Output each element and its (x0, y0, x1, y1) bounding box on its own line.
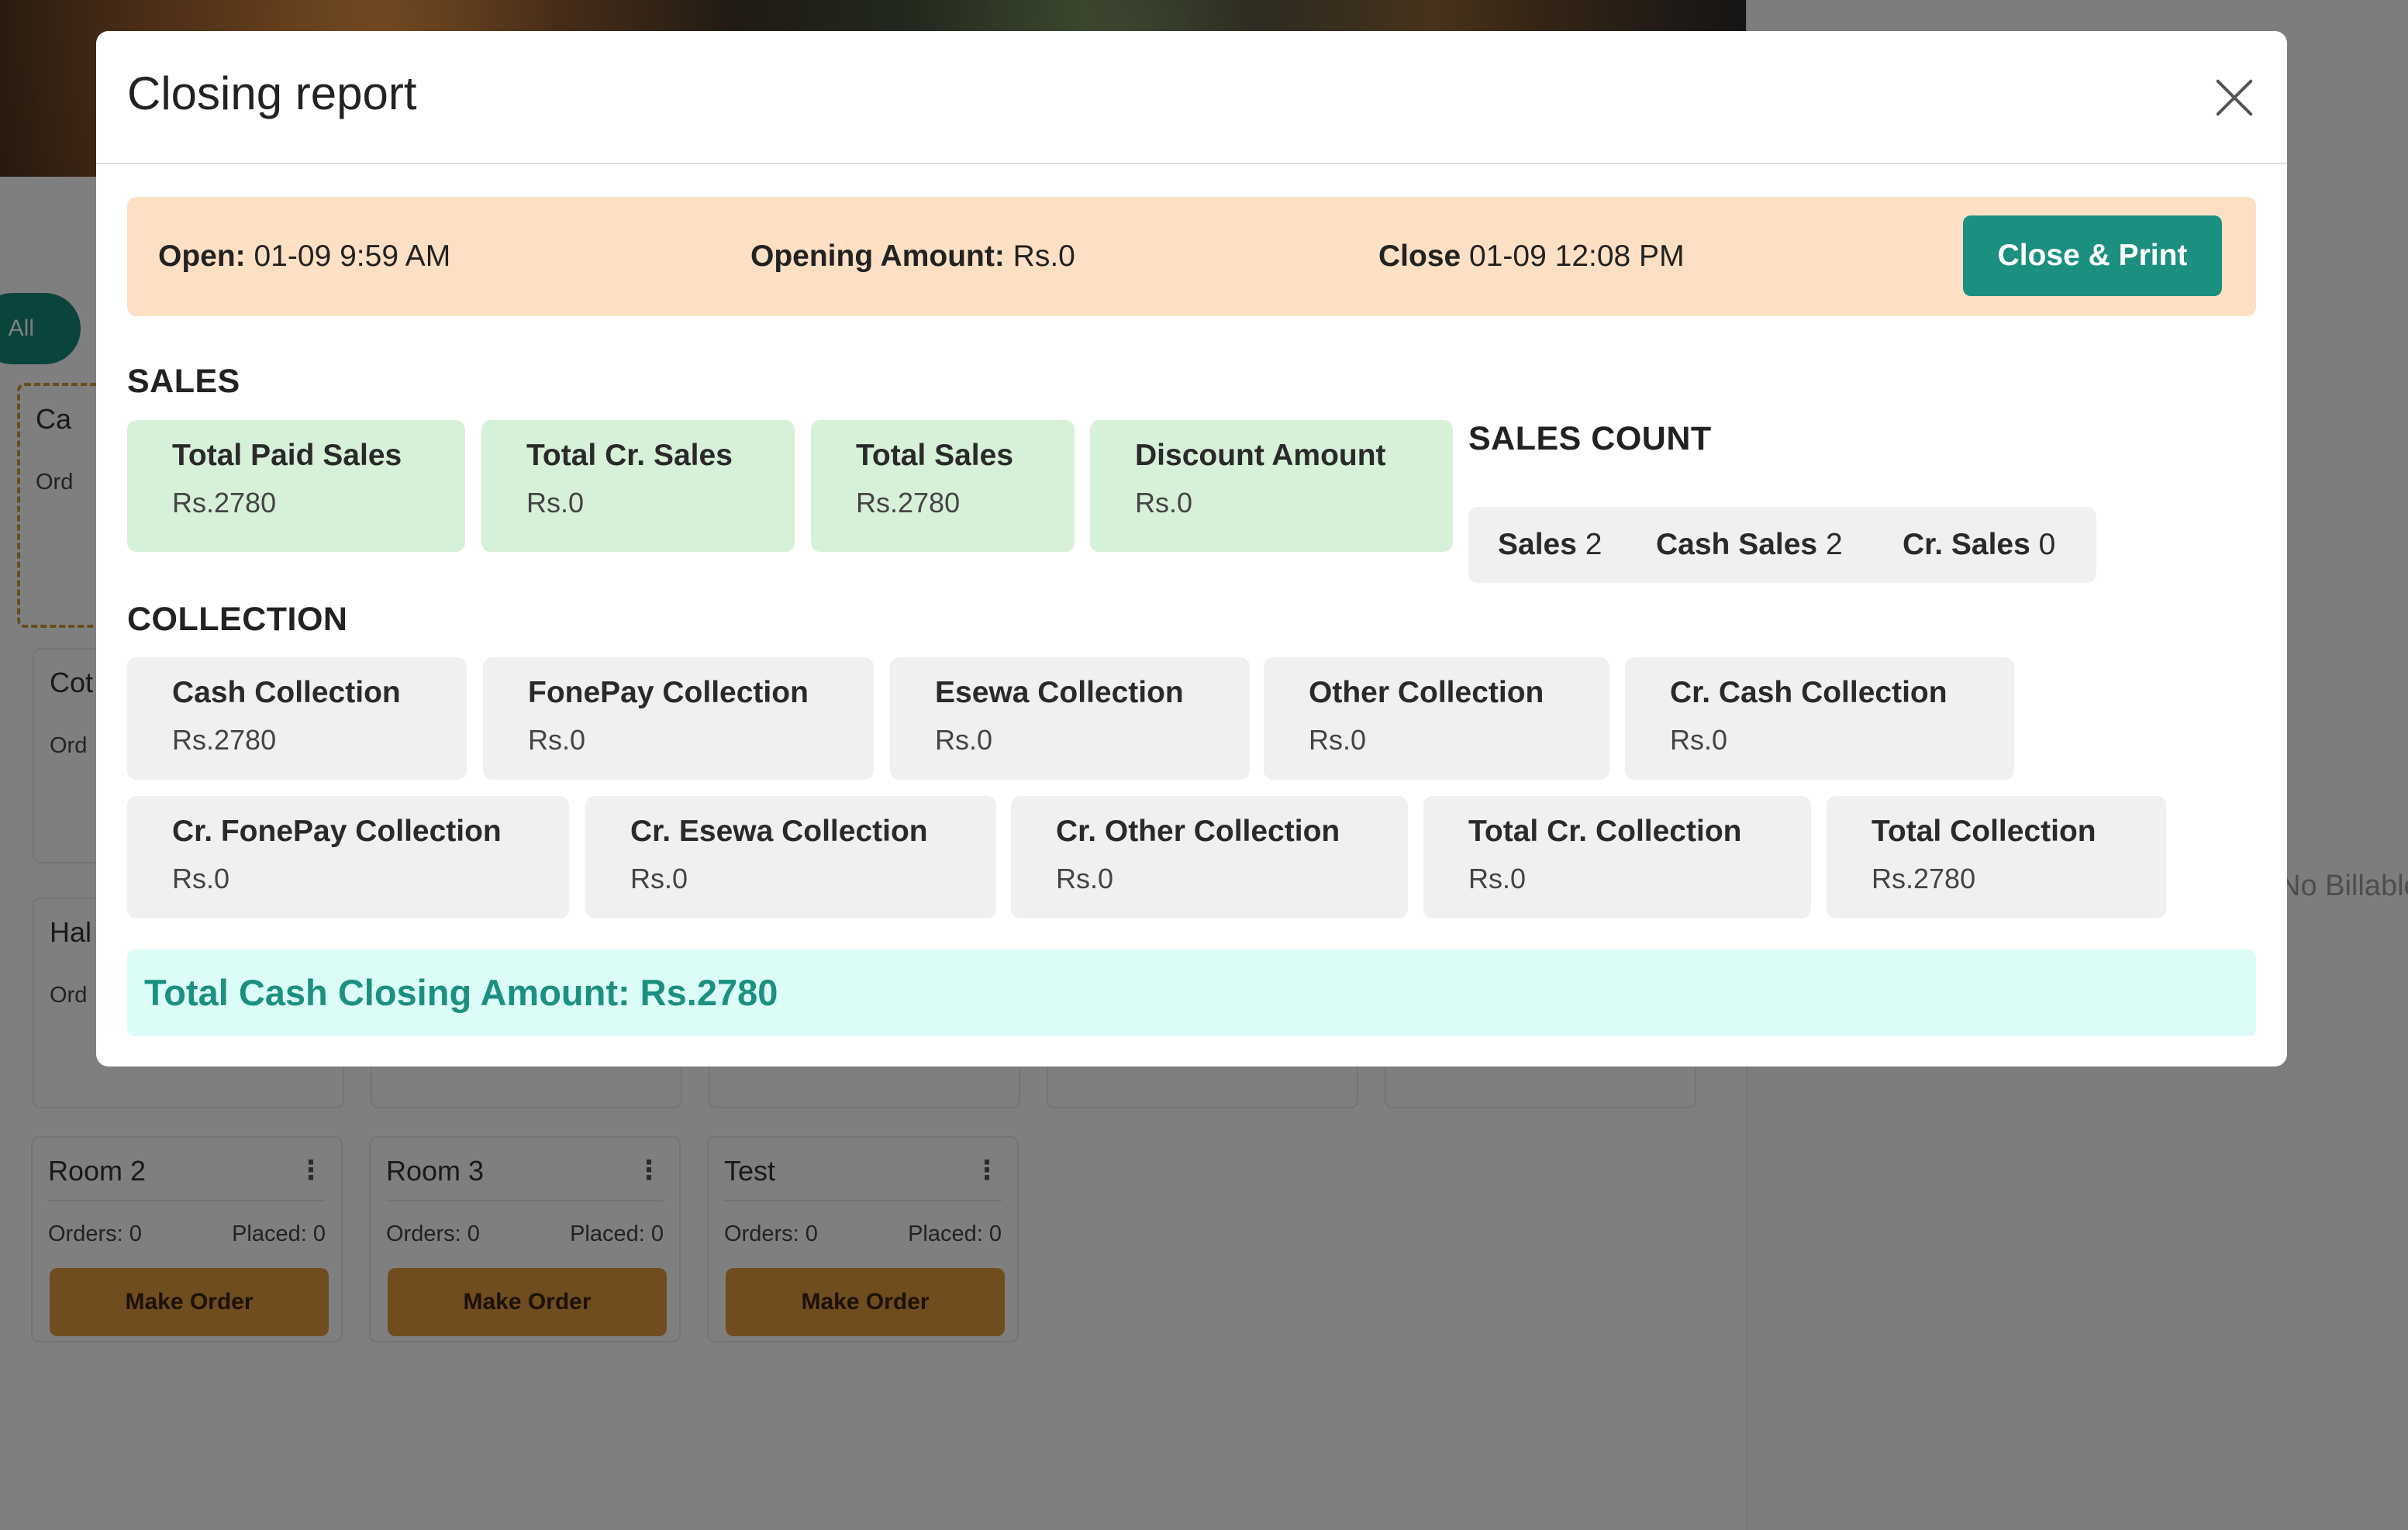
card-value: Rs.0 (1056, 863, 1114, 894)
sales-card-total-sales: Total Sales Rs.2780 (811, 420, 1075, 552)
sales-card-total-credit: Total Cr. Sales Rs.0 (481, 420, 795, 552)
sales-card-total-paid: Total Paid Sales Rs.2780 (127, 420, 465, 552)
card-value: Rs.0 (526, 487, 585, 519)
close-and-print-button[interactable]: Close & Print (1963, 215, 2222, 296)
count-label: Sales (1498, 528, 1577, 561)
collection-card-cr-cash: Cr. Cash Collection Rs.0 (1625, 657, 2014, 780)
collection-card-other: Other Collection Rs.0 (1264, 657, 1609, 780)
card-value: Rs.2780 (856, 487, 961, 519)
opening-amount: Opening Amount: Rs.0 (750, 197, 1075, 316)
card-label: Cr. Esewa Collection (630, 815, 928, 848)
card-label: Esewa Collection (935, 676, 1184, 709)
count-value: 2 (1825, 528, 1843, 561)
card-label: Total Paid Sales (172, 439, 402, 472)
card-value: Rs.0 (1468, 863, 1527, 894)
collection-card-esewa: Esewa Collection Rs.0 (890, 657, 1250, 780)
sales-count: Sales 2 (1498, 507, 1602, 583)
card-value: Rs.2780 (172, 724, 277, 756)
open-time: Open: 01-09 9:59 AM (158, 197, 450, 316)
total-cash-closing-bar: Total Cash Closing Amount: Rs.2780 (127, 949, 2256, 1036)
card-label: Cr. FonePay Collection (172, 815, 502, 848)
total-cash-closing-amount: Total Cash Closing Amount: Rs.2780 (144, 972, 778, 1013)
modal-title: Closing report (127, 67, 417, 119)
count-label: Cr. Sales (1903, 528, 2030, 561)
card-value: Rs.0 (172, 863, 230, 894)
card-label: Cr. Cash Collection (1670, 676, 1947, 709)
card-value: Rs.2780 (1872, 863, 1976, 894)
card-label: Discount Amount (1135, 439, 1386, 472)
sales-count-box: Sales 2 Cash Sales 2 Cr. Sales 0 (1468, 507, 2096, 583)
collection-card-cash: Cash Collection Rs.2780 (127, 657, 467, 780)
card-label: Total Sales (856, 439, 1014, 472)
session-info-bar: Open: 01-09 9:59 AM Opening Amount: Rs.0… (127, 197, 2256, 316)
credit-sales-count: Cr. Sales 0 (1903, 507, 2055, 583)
modal-header: Closing report (96, 31, 2287, 164)
card-value: Rs.0 (1670, 724, 1728, 756)
collection-card-total-cr: Total Cr. Collection Rs.0 (1423, 796, 1811, 918)
collection-card-total: Total Collection Rs.2780 (1827, 796, 2166, 918)
card-value: Rs.2780 (172, 487, 277, 519)
card-value: Rs.0 (935, 724, 993, 756)
close-value: 01-09 12:08 PM (1469, 239, 1685, 273)
collection-card-cr-esewa: Cr. Esewa Collection Rs.0 (585, 796, 996, 918)
card-label: FonePay Collection (528, 676, 809, 709)
collection-card-fonepay: FonePay Collection Rs.0 (483, 657, 874, 780)
card-value: Rs.0 (1309, 724, 1367, 756)
sales-section-title: SALES (127, 363, 240, 400)
cash-sales-count: Cash Sales 2 (1656, 507, 1843, 583)
card-label: Cash Collection (172, 676, 401, 709)
card-label: Total Cr. Sales (526, 439, 733, 472)
count-value: 0 (2038, 528, 2056, 561)
count-label: Cash Sales (1656, 528, 1818, 561)
card-label: Total Collection (1872, 815, 2096, 848)
card-label: Other Collection (1309, 676, 1544, 709)
sales-card-discount: Discount Amount Rs.0 (1090, 420, 1453, 552)
card-value: Rs.0 (630, 863, 688, 894)
collection-section-title: COLLECTION (127, 601, 348, 638)
count-value: 2 (1585, 528, 1602, 561)
card-value: Rs.0 (1135, 487, 1193, 519)
opening-amount-value: Rs.0 (1013, 239, 1075, 273)
close-icon[interactable] (2213, 76, 2256, 119)
sales-count-section-title: SALES COUNT (1468, 420, 1712, 457)
card-label: Cr. Other Collection (1056, 815, 1340, 848)
close-label: Close (1378, 239, 1461, 273)
card-label: Total Cr. Collection (1468, 815, 1742, 848)
opening-amount-label: Opening Amount: (750, 239, 1005, 273)
open-label: Open: (158, 239, 246, 273)
collection-card-cr-other: Cr. Other Collection Rs.0 (1011, 796, 1408, 918)
close-time: Close 01-09 12:08 PM (1378, 197, 1685, 316)
collection-card-cr-fonepay: Cr. FonePay Collection Rs.0 (127, 796, 569, 918)
card-value: Rs.0 (528, 724, 586, 756)
closing-report-modal: Closing report Open: 01-09 9:59 AM Openi… (96, 31, 2287, 1067)
open-value: 01-09 9:59 AM (254, 239, 451, 273)
